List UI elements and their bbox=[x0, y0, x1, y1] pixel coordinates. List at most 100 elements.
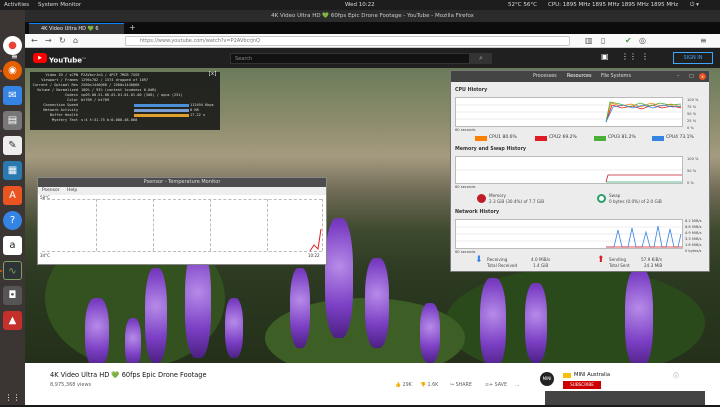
network-history-graph bbox=[455, 219, 683, 249]
thunderbird-icon[interactable]: ✉ bbox=[3, 86, 22, 105]
channel-avatar[interactable]: MINI bbox=[540, 372, 554, 386]
dock: ● ◉ ✉ ▤ ✎ ▦ A ? a ∿ ◘ ▲ ⋮⋮ bbox=[0, 10, 25, 405]
stat-value: vp09.00.51.08.01.01.01.01.00 (308) / opu… bbox=[81, 93, 183, 97]
psensor-title: Psensor - Temperature Monitor bbox=[38, 178, 326, 187]
apps-icon[interactable]: ⋮⋮ bbox=[621, 52, 637, 61]
psensor-icon[interactable]: ▲ bbox=[3, 311, 22, 330]
connection-speed-bar bbox=[134, 104, 189, 107]
amazon-icon[interactable]: a bbox=[3, 236, 22, 255]
cpu-freq-indicator[interactable]: CPU: 1895 MHz 1895 MHz 1895 MHz 1895 MHz bbox=[548, 0, 678, 10]
channel-name[interactable]: MINI Australia bbox=[574, 372, 610, 378]
stat-label: Volume / Normalized bbox=[36, 88, 78, 92]
cpu1-swatch[interactable] bbox=[475, 136, 487, 141]
show-apps-icon[interactable]: ⋮⋮ bbox=[3, 388, 22, 407]
mem-xlabel: 60 seconds bbox=[455, 185, 476, 189]
memory-pie-icon[interactable] bbox=[477, 194, 486, 203]
stat-value: 112494 Kbps bbox=[190, 103, 214, 107]
firefox-icon[interactable]: ◉ bbox=[3, 61, 22, 80]
maximize-icon[interactable]: □ bbox=[689, 73, 694, 81]
sysmon-tabbar: Processes Resources File Systems – □ x bbox=[451, 71, 709, 82]
activities-button[interactable]: Activities bbox=[4, 0, 29, 10]
cpu-xlabel: 60 seconds bbox=[455, 128, 476, 132]
software-center-icon[interactable]: A bbox=[3, 186, 22, 205]
library-icon[interactable]: ▥ bbox=[585, 35, 593, 47]
youtube-logo-text[interactable]: YouTubeCA bbox=[49, 53, 86, 65]
files-icon[interactable]: ▤ bbox=[3, 111, 22, 130]
tab-file-systems[interactable]: File Systems bbox=[601, 73, 631, 81]
hamburger-icon[interactable]: ≡ bbox=[11, 52, 18, 61]
cpu4-legend: CPU4 73.1% bbox=[666, 135, 694, 140]
cpu3-swatch[interactable] bbox=[594, 136, 606, 141]
receiving-value: 4.0 MiB/s bbox=[531, 257, 551, 262]
stat-value: 2560x1440@60 / 2560x1440@60 bbox=[81, 83, 140, 87]
menu-icon[interactable]: ≡ bbox=[700, 35, 707, 47]
extension2-icon[interactable]: ◎ bbox=[639, 35, 646, 47]
extension-icon[interactable]: ✔ bbox=[625, 35, 632, 47]
tab-resources[interactable]: Resources bbox=[567, 73, 592, 81]
system-monitor-icon[interactable]: ∿ bbox=[3, 261, 22, 280]
buffer-health-bar bbox=[134, 114, 189, 117]
cpu-ylabel-100: 100 % bbox=[687, 98, 699, 102]
ad-info-icon[interactable]: ⓘ bbox=[673, 371, 679, 380]
create-video-icon[interactable]: ▣ bbox=[601, 52, 609, 61]
ad-thumbnail[interactable] bbox=[545, 391, 705, 405]
search-icon[interactable]: ⌕ bbox=[470, 53, 492, 64]
cpu-ylabel-50: 50 % bbox=[687, 112, 697, 116]
close-icon[interactable]: [x] bbox=[208, 72, 217, 77]
close-icon[interactable]: x bbox=[699, 73, 706, 80]
stat-label: Codecs bbox=[65, 93, 78, 97]
new-tab-icon[interactable]: + bbox=[129, 23, 136, 33]
cpu2-swatch[interactable] bbox=[535, 136, 547, 141]
search-input[interactable]: Search bbox=[230, 53, 470, 64]
tab-youtube[interactable]: 4K Video Ultra HD 💚 6 bbox=[29, 23, 124, 34]
stat-label: Connection Speed bbox=[43, 103, 78, 107]
save-button[interactable]: ≡+ SAVE bbox=[485, 383, 507, 388]
sidebar-icon[interactable]: ▯ bbox=[601, 35, 605, 47]
ad-badge bbox=[563, 373, 571, 378]
minimize-icon[interactable]: – bbox=[677, 73, 679, 81]
camera-icon[interactable]: ◘ bbox=[3, 286, 22, 305]
save-label: SAVE bbox=[494, 383, 507, 388]
mem-ylabel-0: 0 % bbox=[687, 181, 694, 185]
video-title: 4K Video Ultra HD 💚 60fps Epic Drone Foo… bbox=[50, 371, 207, 379]
url-bar[interactable]: https://www.youtube.com/watch?v=P2AVbcrJ… bbox=[125, 36, 570, 46]
dislike-count: 1.6K bbox=[427, 383, 439, 388]
stat-label: Network Activity bbox=[43, 108, 78, 112]
clock[interactable]: Wed 10:22 bbox=[345, 0, 375, 10]
text-editor-icon[interactable]: ✎ bbox=[3, 136, 22, 155]
swap-value: 0 bytes (0.0%) of 2.0 GiB bbox=[609, 199, 662, 204]
app-menu[interactable]: System Monitor bbox=[38, 0, 81, 10]
sign-in-button[interactable]: SIGN IN bbox=[673, 52, 713, 64]
swap-pie-icon[interactable] bbox=[597, 194, 606, 203]
forward-icon[interactable]: → bbox=[45, 35, 52, 47]
settings-icon[interactable]: ⋮ bbox=[641, 52, 649, 61]
temp-indicator[interactable]: 52°C 56°C bbox=[508, 0, 537, 10]
cpu-ylabel-25: 25 % bbox=[687, 119, 697, 123]
subscribe-button[interactable]: SUBSCRIBE bbox=[563, 381, 601, 389]
temperature-graph: 58°C 34°C 10:22 bbox=[38, 195, 326, 264]
more-actions-button[interactable]: ... bbox=[515, 383, 520, 388]
youtube-logo-icon[interactable]: ▶ bbox=[33, 53, 47, 63]
like-button[interactable]: 👍 29K bbox=[395, 383, 412, 388]
writer-icon[interactable]: ▦ bbox=[3, 161, 22, 180]
share-label: SHARE bbox=[455, 383, 472, 388]
stat-value: 100% / 93% (content loudness 0.6dB) bbox=[81, 88, 157, 92]
dislike-button[interactable]: 👎 1.6K bbox=[420, 383, 438, 388]
home-icon[interactable]: ⌂ bbox=[73, 35, 78, 47]
back-icon[interactable]: ← bbox=[31, 35, 38, 47]
swap-label: Swap bbox=[609, 193, 621, 198]
net-ylabel-0: 8.2 MiB/s bbox=[685, 219, 702, 223]
receiving-arrow-icon: ⬇ bbox=[475, 255, 483, 265]
help-icon[interactable]: ? bbox=[3, 211, 22, 230]
share-button[interactable]: ↪ SHARE bbox=[450, 383, 472, 388]
cpu4-swatch[interactable] bbox=[652, 136, 664, 141]
menu-help[interactable]: Help bbox=[67, 188, 77, 193]
save-icon: ≡+ bbox=[485, 383, 494, 388]
y-bottom-label: 34°C bbox=[40, 253, 50, 258]
menu-psensor[interactable]: Psensor bbox=[42, 188, 60, 193]
system-menu-icon[interactable]: ⏻ ▾ bbox=[690, 0, 699, 10]
x-time-label: 10:22 bbox=[308, 253, 320, 258]
tab-processes[interactable]: Processes bbox=[533, 73, 557, 81]
reload-icon[interactable]: ↻ bbox=[59, 35, 66, 47]
stat-label: Current / Optimal Res bbox=[32, 83, 78, 87]
